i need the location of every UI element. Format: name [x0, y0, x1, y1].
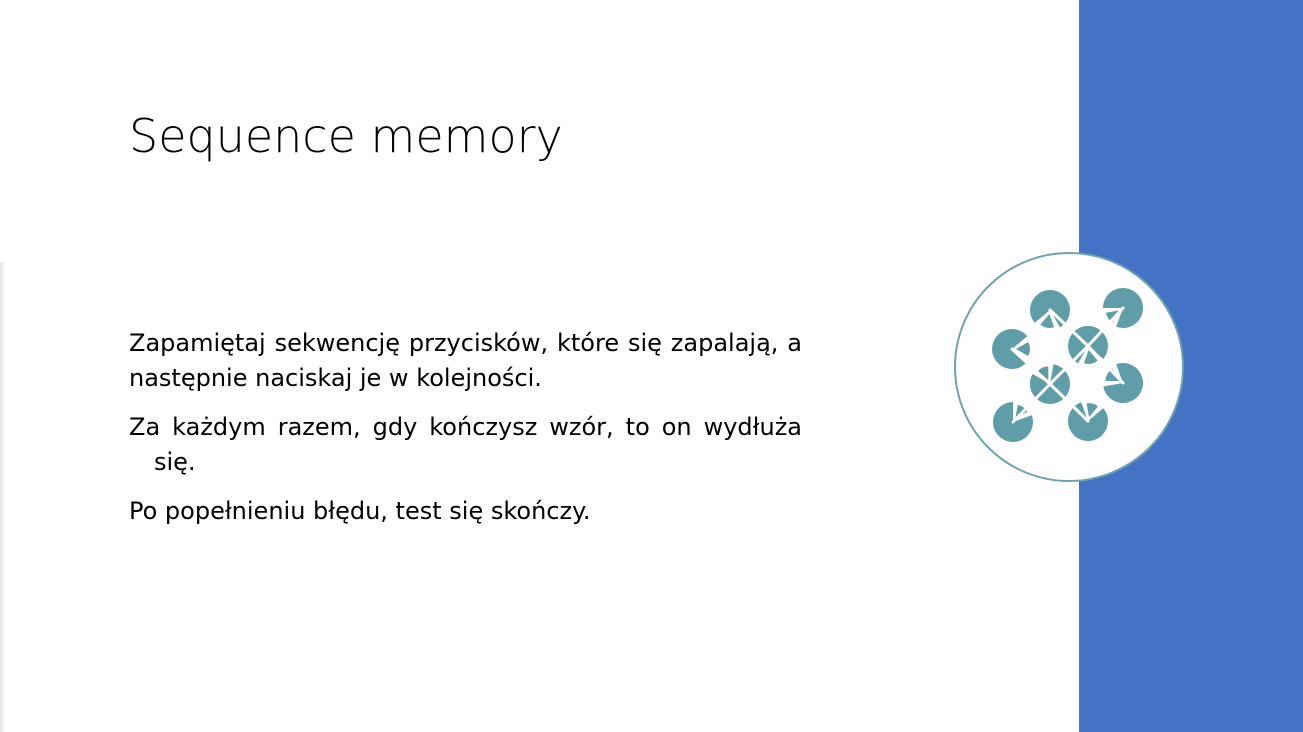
- body-paragraph-2: Za każdym razem, gdy kończysz wzór, to o…: [129, 413, 802, 476]
- slide-body: Zapamiętaj sekwencję przycisków, które s…: [129, 326, 802, 543]
- body-paragraph-1: Zapamiętaj sekwencję przycisków, które s…: [129, 329, 802, 392]
- body-paragraph-3: Po popełnieniu błędu, test się skończy.: [129, 497, 591, 525]
- slide-title: Sequence memory: [129, 109, 563, 163]
- network-pie-icon: [954, 252, 1184, 482]
- slide: Sequence memory Zapamiętaj sekwencję prz…: [0, 0, 1303, 732]
- slide-edge-shadow: [0, 262, 6, 732]
